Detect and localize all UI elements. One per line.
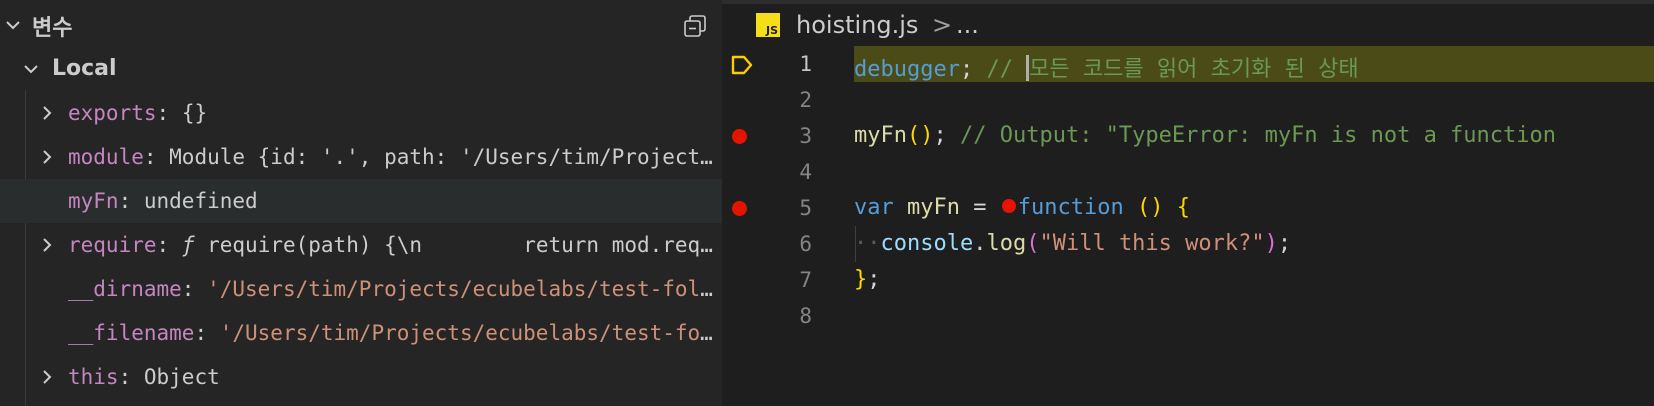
- code-token: }: [854, 267, 868, 292]
- code-token: (): [906, 123, 934, 148]
- chevron-right-icon[interactable]: [36, 234, 58, 256]
- text-cursor: [1026, 55, 1030, 81]
- line-number: 3: [799, 124, 812, 148]
- line-number: 5: [799, 196, 812, 220]
- code-token: ;: [1277, 231, 1292, 256]
- variable-row-require[interactable]: require: ƒ require(path) {\n return mod.…: [0, 223, 722, 267]
- variable-value: require(path) {\n return mod.require(pat…: [207, 233, 718, 257]
- variable-value: Object: [143, 365, 220, 389]
- code-token: // Output: "TypeError: myFn is not a fun…: [959, 123, 1557, 148]
- code-line[interactable]: 6 ··console.log("Will this work?");: [722, 226, 1654, 262]
- code-text[interactable]: };: [854, 267, 881, 292]
- variable-name: this: [68, 365, 119, 389]
- function-prefix: ƒ: [181, 233, 195, 257]
- code-token: console: [880, 231, 974, 256]
- line-number: 6: [799, 232, 812, 256]
- code-text[interactable]: var myFn = function () {: [854, 195, 1190, 220]
- code-token: debugger: [854, 57, 960, 82]
- chevron-down-icon[interactable]: [2, 14, 24, 36]
- variable-row-filename[interactable]: __filename: '/Users/tim/Projects/ecubela…: [0, 311, 722, 355]
- code-token: var: [854, 195, 894, 220]
- code-line[interactable]: 2: [722, 82, 1654, 118]
- code-token: ;: [867, 267, 881, 292]
- code-token: ;: [933, 123, 960, 148]
- chevron-right-icon[interactable]: [36, 146, 58, 168]
- variable-value: Module {id: '.', path: '/Users/tim/Proje…: [169, 145, 718, 169]
- code-text[interactable]: myFn(); // Output: "TypeError: myFn is n…: [854, 123, 1556, 148]
- code-token: {: [1176, 195, 1190, 220]
- breakpoint-icon[interactable]: [732, 201, 747, 216]
- chevron-right-icon[interactable]: [36, 102, 58, 124]
- variable-value: '/Users/tim/Projects/ecubelabs/test-fold…: [207, 277, 718, 301]
- code-token: log: [986, 231, 1027, 256]
- code-token: ): [1264, 231, 1278, 256]
- code-token: (: [1026, 231, 1040, 256]
- variable-name: myFn: [68, 189, 119, 213]
- chevron-right-icon[interactable]: [36, 366, 58, 388]
- breakpoint-icon[interactable]: [732, 129, 747, 144]
- line-number: 7: [799, 268, 812, 292]
- code-line[interactable]: 5 var myFn = function () {: [722, 190, 1654, 226]
- variable-value: {}: [181, 101, 208, 125]
- code-text[interactable]: ··console.log("Will this work?");: [854, 231, 1291, 256]
- variable-name: __dirname: [68, 277, 182, 301]
- code-token: 모든 코드를 읽어 초기화 된 상태: [1029, 57, 1359, 82]
- collapse-all-icon[interactable]: [682, 13, 708, 39]
- line-number: 8: [799, 304, 812, 328]
- variable-value: undefined: [143, 189, 258, 213]
- breadcrumb-symbols[interactable]: ...: [956, 11, 979, 39]
- code-line[interactable]: 3 myFn(); // Output: "TypeError: myFn is …: [722, 118, 1654, 154]
- line-number: 2: [799, 88, 812, 112]
- variable-name: require: [68, 233, 157, 257]
- chevron-right-icon: >: [932, 11, 953, 39]
- code-token: myFn: [854, 123, 907, 148]
- variables-title: 변수: [32, 16, 73, 41]
- breadcrumb-file[interactable]: hoisting.js: [796, 11, 918, 39]
- variable-value: '/Users/tim/Projects/ecubelabs/test-fold…: [219, 321, 718, 345]
- inline-breakpoint-icon[interactable]: [1001, 199, 1016, 213]
- variable-name: exports: [68, 101, 157, 125]
- editor-top-border: [722, 0, 1654, 4]
- code-text[interactable]: debugger; // 모든 코드를 읽어 초기화 된 상태: [854, 51, 1359, 83]
- code-token: =: [959, 195, 1000, 220]
- variables-panel: 변수 Local exports: {} module: Module {id:…: [0, 0, 722, 406]
- code-token: myFn: [907, 195, 960, 220]
- debug-paused-icon[interactable]: [729, 52, 755, 78]
- chevron-down-icon[interactable]: [20, 58, 42, 80]
- variable-row-exports[interactable]: exports: {}: [0, 91, 722, 135]
- code-line[interactable]: 8: [722, 298, 1654, 334]
- code-token: function: [1017, 195, 1124, 220]
- code-token: ;: [959, 57, 987, 82]
- code-line[interactable]: 1 debugger; // 모든 코드를 읽어 초기화 된 상태: [722, 46, 1654, 82]
- line-number: 4: [799, 160, 812, 184]
- code-line[interactable]: 4: [722, 154, 1654, 190]
- variable-row-dirname[interactable]: __dirname: '/Users/tim/Projects/ecubelab…: [0, 267, 722, 311]
- variable-row-module[interactable]: module: Module {id: '.', path: '/Users/t…: [0, 135, 722, 179]
- code-token: .: [973, 231, 987, 256]
- variable-row-myfn[interactable]: myFn: undefined: [0, 179, 722, 223]
- variable-name: __filename: [68, 321, 195, 345]
- scope-label: Local: [52, 56, 117, 81]
- line-number: 1: [799, 52, 812, 76]
- code-line[interactable]: 7};: [722, 262, 1654, 298]
- code-token: //: [986, 57, 1027, 82]
- code-editor: JS hoisting.js > ... 1 debugger; // 모든 코드…: [722, 0, 1654, 406]
- variable-name: module: [68, 145, 144, 169]
- code-token: (): [1136, 195, 1164, 220]
- code-token: ··: [854, 231, 881, 256]
- variable-row-this[interactable]: this: Object: [0, 355, 722, 399]
- variables-header[interactable]: 변수: [0, 0, 722, 50]
- javascript-file-icon: JS: [756, 13, 780, 37]
- code-token: "Will this work?": [1039, 231, 1265, 256]
